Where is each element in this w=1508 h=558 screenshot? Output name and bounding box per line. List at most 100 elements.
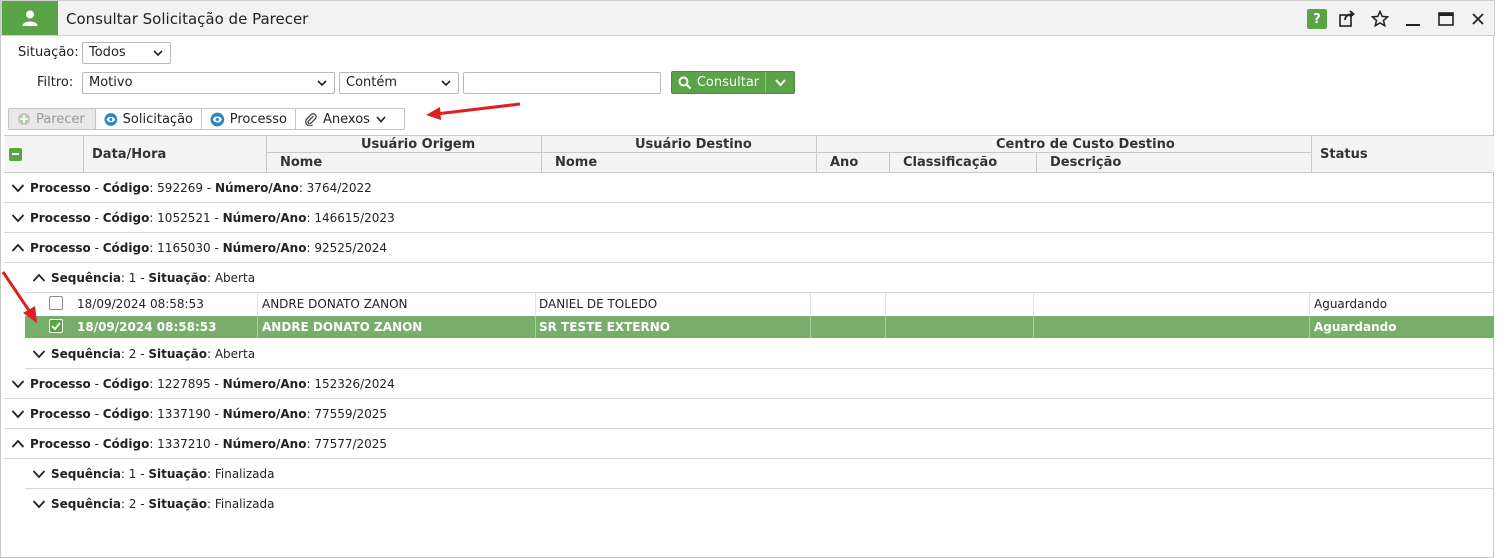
processo-button[interactable]: Processo (202, 109, 296, 129)
col-usuario-destino[interactable]: Usuário Destino (635, 137, 752, 152)
consult-window: Consultar Solicitação de Parecer ? Situa… (0, 0, 1495, 558)
window-title: Consultar Solicitação de Parecer (66, 10, 309, 28)
chevron-down-icon[interactable] (11, 409, 27, 419)
group-row-process[interactable]: Processo - Código: 1337210 - Número/Ano:… (4, 429, 1495, 459)
group-label: Número/Ano (214, 180, 299, 195)
group-label: Situação (148, 346, 207, 361)
col-classificacao[interactable]: Classificação (903, 155, 997, 170)
col-status[interactable]: Status (1320, 147, 1368, 162)
filtro-label: Filtro: (37, 75, 74, 90)
row-checkbox[interactable] (49, 296, 63, 310)
group-label: Sequência (51, 270, 121, 285)
chevron-down-icon[interactable] (32, 499, 48, 509)
cell-status: Aguardando (1314, 320, 1397, 334)
consult-dropdown-button[interactable] (767, 72, 794, 93)
chevron-down-icon (376, 116, 386, 123)
situacao-value: Todos (89, 45, 126, 60)
cell-data-hora: 18/09/2024 08:58:53 (77, 320, 217, 334)
group-label: Número/Ano (222, 436, 307, 451)
group-label: Sequência (51, 497, 121, 511)
col-destino-nome[interactable]: Nome (555, 155, 597, 170)
group-row-process[interactable]: Processo - Código: 592269 - Número/Ano: … (4, 173, 1495, 203)
group-row-process[interactable]: Processo - Código: 1227895 - Número/Ano:… (4, 369, 1495, 399)
col-ano[interactable]: Ano (830, 155, 858, 170)
filter-field-select[interactable]: Motivo (82, 72, 335, 94)
process-code: 1337210 (157, 436, 211, 451)
eye-icon (104, 112, 118, 126)
table-row[interactable]: 18/09/2024 08:58:53 ANDRE DONATO ZANON D… (25, 293, 1495, 315)
group-label: Número/Ano (222, 240, 307, 255)
help-button[interactable]: ? (1307, 9, 1327, 29)
filter-operator-value: Contém (346, 75, 398, 90)
col-centro-custo[interactable]: Centro de Custo Destino (996, 137, 1175, 152)
chevron-down-icon[interactable] (11, 183, 27, 193)
anexos-button[interactable]: Anexos (296, 109, 404, 129)
group-row-process[interactable]: Processo - Código: 1165030 - Número/Ano:… (4, 233, 1495, 263)
annotation-arrow-icon (1, 271, 37, 323)
close-icon[interactable] (1468, 9, 1488, 29)
row-checkbox-checked[interactable] (49, 319, 63, 333)
process-code: 1165030 (157, 240, 211, 255)
annotation-arrow-icon (426, 102, 521, 120)
process-number: 3764/2022 (306, 180, 372, 195)
group-label: Situação (148, 497, 207, 511)
sequence-number: 2 (128, 346, 137, 361)
user-icon (2, 1, 58, 35)
chevron-down-icon[interactable] (32, 469, 48, 479)
process-code: 592269 (157, 180, 203, 195)
sequence-number: 1 (128, 466, 137, 481)
anexos-label: Anexos (323, 111, 370, 127)
chevron-down-icon[interactable] (32, 349, 48, 359)
table-row-selected[interactable]: 18/09/2024 08:58:53 ANDRE DONATO ZANON S… (25, 316, 1495, 338)
share-icon[interactable] (1337, 9, 1357, 29)
col-origem-nome[interactable]: Nome (280, 155, 322, 170)
chevron-down-icon[interactable] (11, 213, 27, 223)
cell-status: Aguardando (1314, 297, 1388, 311)
select-all-checkbox[interactable] (9, 148, 22, 161)
chevron-down-icon (775, 79, 786, 87)
group-label: Código (102, 376, 150, 391)
process-number: 92525/2024 (314, 240, 388, 255)
sequence-number: 2 (128, 497, 137, 511)
group-row-sequence[interactable]: Sequência: 2 - Situação: Aberta (25, 339, 1495, 369)
group-label: Sequência (51, 346, 121, 361)
filter-text-input[interactable] (463, 72, 661, 94)
maximize-icon[interactable] (1436, 9, 1456, 29)
sequence-situation: Aberta (214, 346, 256, 361)
chevron-up-icon[interactable] (11, 243, 27, 253)
consult-main-button[interactable]: Consultar (672, 72, 766, 93)
group-row-sequence[interactable]: Sequência: 2 - Situação: Finalizada (25, 489, 1495, 519)
col-usuario-origem[interactable]: Usuário Origem (361, 137, 475, 152)
parecer-button[interactable]: Parecer (9, 109, 96, 129)
group-label: Código (102, 406, 150, 421)
minimize-icon[interactable] (1403, 9, 1423, 29)
group-label: Código (102, 240, 150, 255)
col-data-hora[interactable]: Data/Hora (92, 147, 166, 162)
paperclip-icon (305, 113, 317, 126)
col-descricao[interactable]: Descrição (1050, 155, 1121, 170)
filter-operator-select[interactable]: Contém (339, 72, 459, 94)
process-code: 1227895 (157, 376, 211, 391)
group-label: Número/Ano (222, 210, 307, 225)
eye-icon (210, 112, 225, 126)
cell-data-hora: 18/09/2024 08:58:53 (77, 297, 204, 311)
group-row-process[interactable]: Processo - Código: 1052521 - Número/Ano:… (4, 203, 1495, 233)
group-row-sequence[interactable]: Sequência: 1 - Situação: Finalizada (25, 459, 1495, 489)
situacao-label: Situação: (18, 45, 79, 60)
consult-button[interactable]: Consultar (671, 71, 795, 94)
situacao-select[interactable]: Todos (82, 42, 171, 64)
grid-header: Data/Hora Usuário Origem Usuário Destino… (4, 135, 1495, 173)
add-icon (18, 113, 30, 125)
sequence-situation: Finalizada (214, 497, 275, 511)
chevron-down-icon (316, 76, 328, 96)
group-label: Processo (30, 210, 91, 225)
group-label: Processo (30, 240, 91, 255)
star-icon[interactable] (1370, 9, 1390, 29)
solicitacao-button[interactable]: Solicitação (96, 109, 202, 129)
group-row-process[interactable]: Processo - Código: 1337190 - Número/Ano:… (4, 399, 1495, 429)
chevron-down-icon[interactable] (11, 379, 27, 389)
cell-destino: DANIEL DE TOLEDO (539, 297, 658, 311)
group-row-sequence[interactable]: Sequência: 1 - Situação: Aberta (25, 263, 1495, 293)
group-label: Código (102, 436, 150, 451)
chevron-up-icon[interactable] (11, 439, 27, 449)
